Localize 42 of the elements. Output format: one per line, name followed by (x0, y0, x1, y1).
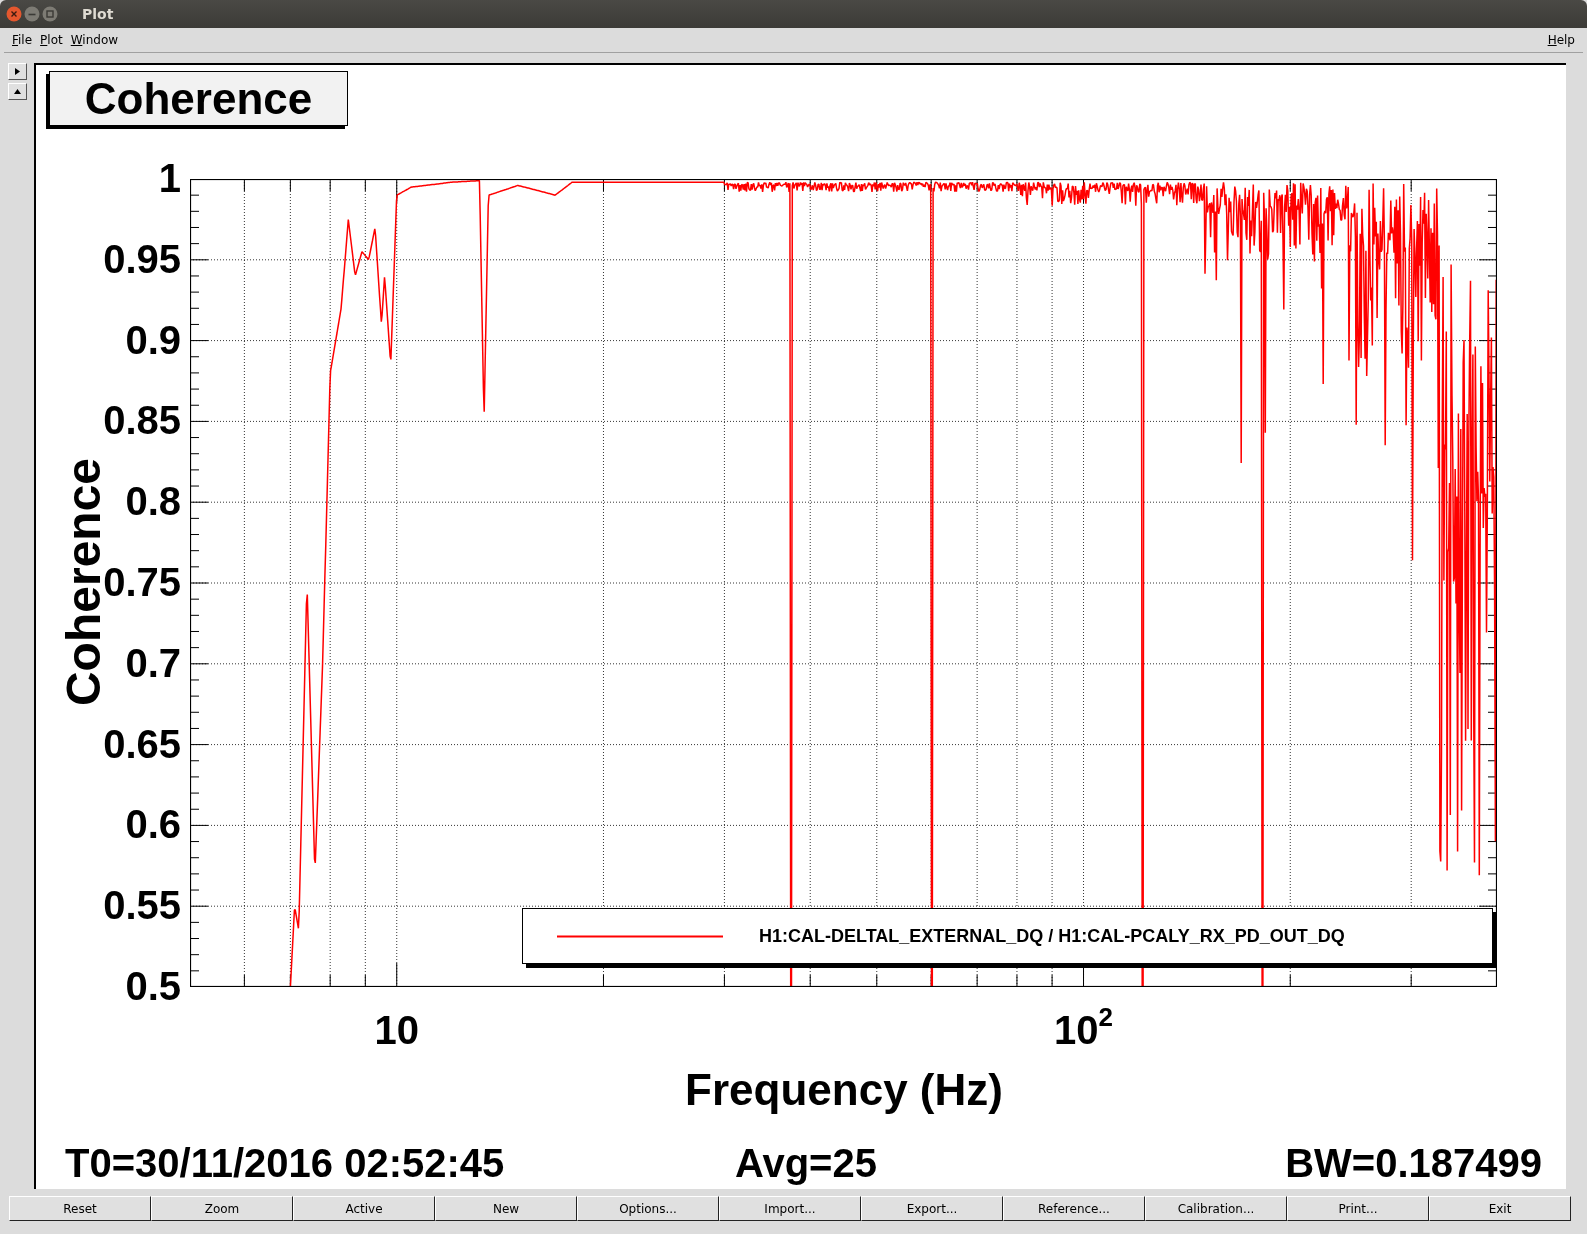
y-tick-label: 0.65 (103, 723, 181, 764)
x-tick-label: 10$^{2}$ (1054, 1010, 1113, 1050)
window-title: Plot (82, 6, 114, 22)
menu-item[interactable]: Window (70, 33, 119, 47)
toolbar-button[interactable]: Zoom (151, 1196, 293, 1221)
plot-info-text: BW=0.187499 (1285, 1143, 1542, 1183)
y-tick-label: 0.95 (103, 239, 181, 279)
toolbar-button[interactable]: Exit (1429, 1196, 1571, 1221)
toolbar-button[interactable]: New (435, 1196, 577, 1221)
y-tick-label: 0.6 (125, 804, 181, 845)
toolbar-button[interactable]: Reset (9, 1196, 151, 1221)
right-triangle-icon (15, 68, 20, 75)
plot-title: Coherence (49, 71, 348, 126)
legend-label: H1:CAL-DELTAL_EXTERNAL_DQ / H1:CAL-PCALY_RX_PD_OUT_DQ (759, 925, 1345, 947)
y-tick-label: 0.85 (103, 400, 181, 441)
expand-button[interactable] (8, 63, 27, 80)
y-tick-label: 0.8 (125, 481, 181, 522)
toolbar-button[interactable]: Active (293, 1196, 435, 1221)
minimize-icon[interactable] (24, 6, 40, 22)
up-triangle-icon (14, 89, 21, 94)
y-tick-label: 0.9 (125, 319, 181, 360)
plot-info-text: Avg=25 (735, 1143, 877, 1183)
toolbar-button[interactable]: Options... (577, 1196, 719, 1221)
close-icon[interactable] (6, 6, 22, 22)
x-tick-label: 10 (374, 1010, 419, 1050)
legend-line-icon (557, 934, 723, 938)
x-axis-title: Frequency (Hz) (685, 1068, 1003, 1112)
collapse-button[interactable] (8, 83, 27, 100)
y-tick-label: 0.55 (103, 885, 181, 926)
toolbar-button[interactable]: Reference... (1003, 1196, 1145, 1221)
plot-info-text: T0=30/11/2016 02:52:45 (65, 1143, 505, 1183)
y-tick-label: 0.7 (125, 643, 181, 683)
toolbar-button[interactable]: Import... (719, 1196, 861, 1221)
menu-item[interactable]: Help (1547, 33, 1575, 47)
maximize-icon[interactable] (42, 6, 58, 22)
toolbar-button[interactable]: Export... (861, 1196, 1003, 1221)
toolbar-button[interactable]: Print... (1287, 1196, 1429, 1221)
y-tick-label: 1 (158, 158, 181, 199)
toolbar-button[interactable]: Calibration... (1145, 1196, 1287, 1221)
menu-item[interactable]: Plot (40, 33, 63, 47)
menu-item[interactable]: File (12, 33, 33, 47)
y-tick-label: 0.5 (125, 966, 181, 1007)
